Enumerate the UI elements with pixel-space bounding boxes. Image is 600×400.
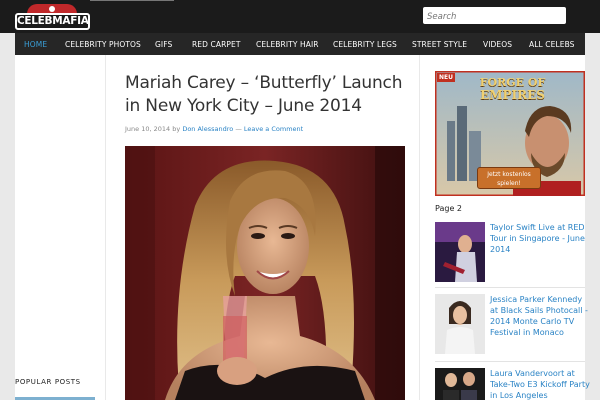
sidebar-thumb-image bbox=[435, 294, 485, 354]
nav-item-celebrity-hair[interactable]: CELEBRITY HAIR bbox=[256, 40, 319, 49]
nav-item-gifs[interactable]: GIFS bbox=[155, 40, 172, 49]
post-title[interactable]: Mariah Carey – ‘Butterfly’ Launch in New… bbox=[125, 72, 415, 118]
sidebar-page-label: Page 2 bbox=[435, 204, 462, 213]
search-input[interactable] bbox=[423, 7, 566, 24]
nav-item-videos[interactable]: VIDEOS bbox=[483, 40, 512, 49]
sidebar-thumb-image bbox=[435, 368, 485, 400]
ad-game-title: FORGE OF EMPIRES bbox=[465, 77, 560, 102]
post-by: by bbox=[172, 125, 181, 133]
site-logo[interactable]: CELEBMAFIA bbox=[15, 4, 90, 32]
nav-item-all-celebs[interactable]: ALL CELEBS bbox=[529, 40, 575, 49]
sidebar-thumb-image bbox=[435, 222, 485, 282]
sidebar-post-caption[interactable]: Jessica Parker Kennedy at Black Sails Ph… bbox=[490, 294, 590, 338]
ad-new-badge: NEU bbox=[437, 73, 455, 82]
header-divider bbox=[90, 0, 174, 1]
sidebar-post-thumbnail[interactable] bbox=[435, 368, 485, 400]
post-meta: June 10, 2014 by Don Alessandro — Leave … bbox=[125, 125, 303, 133]
advertisement-banner[interactable]: NEU FORGE OF EMPIRES Jetzt kostenlos spi… bbox=[435, 71, 585, 196]
sidebar-divider bbox=[435, 361, 585, 362]
left-sidebar bbox=[15, 55, 105, 400]
leave-comment-link[interactable]: Leave a Comment bbox=[244, 125, 303, 133]
post-photo[interactable] bbox=[125, 146, 405, 400]
sidebar-post-caption[interactable]: Laura Vandervoort at Take-Two E3 Kickoff… bbox=[490, 368, 590, 400]
sidebar-post-thumbnail[interactable] bbox=[435, 222, 485, 282]
top-header: CELEBMAFIA bbox=[0, 0, 600, 33]
main-nav: HOME CELEBRITY PHOTOS GIFS RED CARPET CE… bbox=[15, 33, 585, 55]
meta-separator: — bbox=[235, 125, 242, 133]
sidebar-post-item[interactable]: Laura Vandervoort at Take-Two E3 Kickoff… bbox=[435, 368, 590, 400]
sidebar-post-item[interactable]: Jessica Parker Kennedy at Black Sails Ph… bbox=[435, 294, 588, 356]
post-date: June 10, 2014 bbox=[125, 125, 171, 133]
post-photo-image bbox=[125, 146, 405, 400]
post-author-link[interactable]: Don Alessandro bbox=[182, 125, 233, 133]
nav-item-red-carpet[interactable]: RED CARPET bbox=[192, 40, 241, 49]
ad-cta-line1: Jetzt kostenlos bbox=[487, 171, 531, 178]
popular-posts-heading: POPULAR POSTS bbox=[15, 378, 81, 386]
ad-cta-button[interactable]: Jetzt kostenlos spielen! bbox=[477, 167, 541, 189]
nav-item-home[interactable]: HOME bbox=[24, 40, 47, 49]
logo-text: CELEBMAFIA bbox=[15, 13, 90, 30]
nav-item-celebrity-legs[interactable]: CELEBRITY LEGS bbox=[333, 40, 397, 49]
sidebar-post-caption[interactable]: Taylor Swift Live at RED Tour in Singapo… bbox=[490, 222, 590, 255]
page: CELEBMAFIA HOME CELEBRITY PHOTOS GIFS RE… bbox=[0, 0, 600, 400]
nav-item-celebrity-photos[interactable]: CELEBRITY PHOTOS bbox=[65, 40, 141, 49]
nav-item-street-style[interactable]: STREET STYLE bbox=[412, 40, 467, 49]
sidebar-post-item[interactable]: Taylor Swift Live at RED Tour in Singapo… bbox=[435, 222, 585, 284]
sidebar-divider bbox=[435, 287, 585, 288]
sidebar-post-thumbnail[interactable] bbox=[435, 294, 485, 354]
ad-cta-line2: spielen! bbox=[497, 180, 521, 187]
ad-title-line2: EMPIRES bbox=[480, 88, 545, 102]
